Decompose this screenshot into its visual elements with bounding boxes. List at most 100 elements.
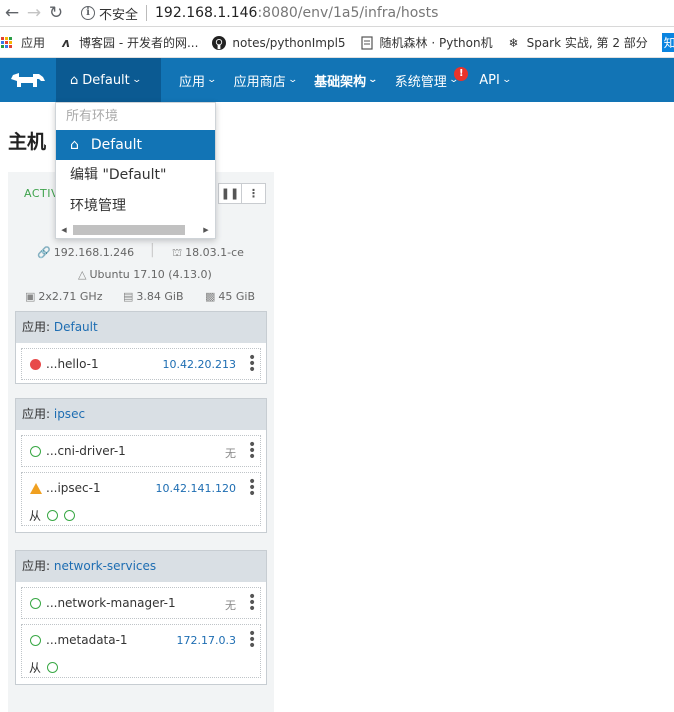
nav-label: 应用商店	[233, 74, 286, 90]
nav-admin[interactable]: 系统管理 ⌄ !	[394, 66, 469, 90]
chevron-down-icon: ⌄	[206, 75, 218, 85]
nav-label: 应用	[179, 74, 206, 90]
stack-header: 应用: network-services	[16, 551, 266, 582]
alert-badge: !	[454, 66, 469, 81]
address-separator	[146, 5, 148, 21]
container-item[interactable]: ...cni-driver-1 无 • • •	[21, 435, 261, 467]
bookmark-spark[interactable]: ❄ Spark 实战, 第 2 部分	[507, 34, 648, 51]
scroll-right-icon[interactable]: ▶	[201, 226, 211, 234]
container-ip: 无	[225, 599, 236, 612]
host-memory: ▤ 3.84 GiB	[123, 290, 184, 303]
running-status-icon	[30, 446, 41, 457]
horizontal-scrollbar[interactable]: ◀ ▶	[59, 224, 214, 236]
sidekick-label: 从	[29, 661, 42, 675]
nav-apps[interactable]: 应用 ⌄	[179, 71, 218, 90]
spark-icon: ❄	[508, 35, 519, 50]
dropdown-item-default[interactable]: ⌂ Default	[56, 130, 215, 160]
link-icon: 🔗	[37, 246, 51, 259]
more-options-button[interactable]: ⋮	[242, 183, 266, 204]
sidekick-label: 从	[29, 509, 42, 523]
bookmark-label: 随机森林 · Python机	[379, 36, 493, 50]
running-status-icon	[30, 598, 41, 609]
host-cpu: ▣ 2x2.71 GHz	[25, 290, 102, 303]
linux-icon: △	[78, 268, 87, 281]
url-field[interactable]: 192.168.1.146:8080/env/1a5/infra/hosts	[155, 5, 438, 21]
bookmark-random-forest[interactable]: 随机森林 · Python机	[360, 34, 493, 51]
dropdown-item-manage-environments[interactable]: 环境管理	[56, 191, 215, 222]
rancher-logo[interactable]	[0, 58, 56, 102]
chevron-down-icon: ⌄	[287, 75, 298, 85]
chevron-down-icon: ⌄	[367, 75, 379, 85]
url-path: :8080/env/1a5/infra/hosts	[257, 5, 439, 21]
reload-icon[interactable]: ↻	[45, 2, 67, 24]
host-docker-version: ⛫ 18.03.1-ce	[172, 246, 244, 261]
scrollbar-thumb[interactable]	[73, 225, 185, 235]
bookmark-github[interactable]: notes/pythonImpl5	[212, 35, 346, 50]
container-name[interactable]: ...hello-1	[46, 357, 99, 371]
running-status-icon[interactable]	[47, 662, 59, 673]
sidekick-row: 从	[29, 659, 59, 676]
nav-api[interactable]: API ⌄	[479, 72, 512, 88]
dropdown-header: 所有环境	[66, 109, 119, 124]
info-icon[interactable]: i	[81, 6, 95, 20]
container-ip: 无	[225, 447, 236, 460]
apps-grid-icon	[1, 36, 13, 49]
docker-version-value: 18.03.1-ce	[185, 246, 244, 259]
dropdown-item-edit[interactable]: 编辑 "Default"	[56, 160, 215, 191]
github-icon	[212, 35, 227, 50]
kebab-menu-icon[interactable]: • • •	[248, 627, 256, 653]
back-arrow-icon[interactable]: ←	[1, 2, 23, 24]
environment-switcher[interactable]: ⌂ Default ⌄	[56, 58, 161, 102]
bookmark-cnblogs[interactable]: ʌ 博客园 - 开发者的网...	[59, 34, 198, 51]
page-icon	[360, 35, 374, 50]
meta-divider: |	[150, 242, 155, 258]
container-name[interactable]: ...metadata-1	[46, 633, 128, 647]
bookmark-zhihu[interactable]: 知	[661, 33, 674, 52]
container-item[interactable]: ...metadata-1 172.17.0.3 • • • 从	[21, 624, 261, 678]
container-item[interactable]: ...ipsec-1 10.42.141.120 • • • 从	[21, 472, 261, 526]
kebab-menu-icon[interactable]: • • •	[248, 438, 256, 464]
container-item[interactable]: ...network-manager-1 无 • • •	[21, 587, 261, 619]
insecure-label[interactable]: 不安全	[99, 4, 138, 23]
url-host: 192.168.1.146	[155, 5, 258, 21]
host-disk: ▩ 45 GiB	[205, 290, 255, 303]
stack-link[interactable]: ipsec	[54, 407, 85, 421]
stack-prefix: 应用:	[22, 559, 54, 573]
memory-icon: ▤	[123, 290, 134, 303]
bookmark-apps[interactable]: 应用	[0, 34, 45, 51]
stack-header: 应用: ipsec	[16, 399, 266, 430]
pause-button[interactable]: ❚❚	[218, 183, 242, 204]
nav-infrastructure[interactable]: 基础架构 ⌄	[314, 71, 379, 90]
host-os: △ Ubuntu 17.10 (4.13.0)	[78, 268, 212, 281]
environment-name: Default	[82, 72, 130, 88]
stack-ipsec: 应用: ipsec ...cni-driver-1 无 • • • ...ipsec…	[15, 398, 267, 533]
home-icon: ⌂	[70, 72, 79, 88]
scroll-left-icon[interactable]: ◀	[59, 226, 69, 234]
cpu-value: 2x2.71 GHz	[38, 290, 103, 303]
container-name[interactable]: ...network-manager-1	[46, 596, 176, 610]
home-icon: ⌂	[70, 137, 79, 153]
stopped-status-icon	[30, 359, 41, 370]
container-name[interactable]: ...ipsec-1	[46, 481, 101, 495]
nav-catalog[interactable]: 应用商店 ⌄	[233, 71, 298, 90]
kebab-menu-icon[interactable]: • • •	[248, 475, 256, 501]
nav-label: 系统管理	[394, 74, 447, 90]
container-item[interactable]: ...hello-1 10.42.20.213 • • •	[21, 348, 261, 380]
stack-link[interactable]: network-services	[54, 559, 156, 573]
app-header: ⌂ Default ⌄ 应用 ⌄ 应用商店 ⌄ 基础架构 ⌄ 系统管理 ⌄ ! …	[0, 58, 674, 102]
forward-arrow-icon[interactable]: →	[23, 2, 45, 24]
kebab-menu-icon[interactable]: • • •	[248, 590, 256, 616]
container-name[interactable]: ...cni-driver-1	[46, 444, 126, 458]
stack-default: 应用: Default ...hello-1 10.42.20.213 • • •	[15, 311, 267, 384]
running-status-icon	[30, 635, 41, 646]
stack-link[interactable]: Default	[54, 320, 98, 334]
running-status-icon[interactable]	[64, 510, 76, 521]
stack-prefix: 应用:	[22, 407, 54, 421]
kebab-menu-icon[interactable]: • • •	[248, 351, 256, 377]
nav-label: API	[479, 72, 500, 88]
container-ip: 10.42.20.213	[162, 358, 236, 371]
dropdown-item-label: Default	[90, 137, 143, 153]
running-status-icon[interactable]	[47, 510, 59, 521]
chevron-down-icon: ⌄	[501, 75, 512, 85]
bookmark-label: notes/pythonImpl5	[232, 35, 346, 50]
